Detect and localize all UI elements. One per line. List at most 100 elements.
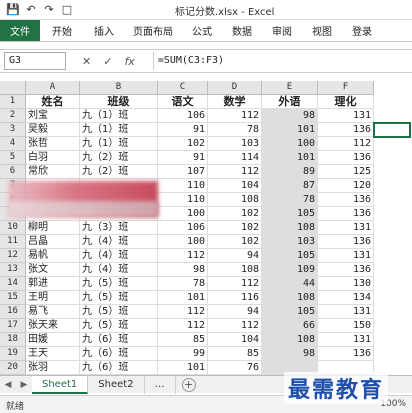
active-cell-g3[interactable]	[373, 122, 411, 138]
column-title-cell[interactable]: 姓名	[26, 95, 80, 109]
table-cell[interactable]: 78	[158, 277, 208, 291]
row-header[interactable]: 18	[0, 333, 26, 347]
table-cell[interactable]: 85	[158, 333, 208, 347]
function-icon[interactable]: fx	[124, 55, 134, 68]
table-cell[interactable]: 108	[208, 263, 262, 277]
table-cell[interactable]: 89	[262, 165, 318, 179]
tab-file[interactable]: 文件	[0, 20, 40, 41]
table-cell[interactable]: 136	[318, 151, 374, 165]
table-cell[interactable]: 柳明	[26, 221, 80, 235]
table-cell[interactable]: 136	[318, 193, 374, 207]
table-cell[interactable]: 九（5）班	[80, 305, 158, 319]
table-cell[interactable]: 张天来	[26, 319, 80, 333]
table-cell[interactable]: 112	[158, 319, 208, 333]
tab-home[interactable]: 开始	[40, 20, 84, 41]
table-cell[interactable]: 101	[262, 123, 318, 137]
table-cell[interactable]: 刘宝	[26, 109, 80, 123]
enter-icon[interactable]: ✓	[103, 55, 112, 68]
table-cell[interactable]: 100	[158, 235, 208, 249]
row-header[interactable]: 14	[0, 277, 26, 291]
table-cell[interactable]: 106	[158, 109, 208, 123]
table-cell[interactable]: 98	[158, 263, 208, 277]
table-cell[interactable]: 136	[318, 263, 374, 277]
table-cell[interactable]: 130	[318, 277, 374, 291]
table-cell[interactable]: 136	[318, 207, 374, 221]
table-cell[interactable]: 九（2）班	[80, 165, 158, 179]
table-cell[interactable]: 112	[208, 109, 262, 123]
table-cell[interactable]: 吕晶	[26, 235, 80, 249]
column-title-cell[interactable]: 语文	[158, 95, 208, 109]
table-cell[interactable]: 九（1）班	[80, 137, 158, 151]
row-header[interactable]: 1	[0, 95, 26, 109]
column-header-f[interactable]: F	[318, 81, 374, 95]
name-box[interactable]: G3	[4, 52, 66, 70]
table-cell[interactable]: 105	[262, 249, 318, 263]
table-cell[interactable]: 131	[318, 109, 374, 123]
table-cell[interactable]: 易飞	[26, 305, 80, 319]
table-cell[interactable]: 九（4）班	[80, 235, 158, 249]
table-cell[interactable]: 103	[262, 235, 318, 249]
table-cell[interactable]: 150	[318, 319, 374, 333]
tab-insert[interactable]: 插入	[84, 20, 124, 41]
table-cell[interactable]: 105	[262, 207, 318, 221]
table-cell[interactable]: 76	[208, 361, 262, 375]
table-cell[interactable]: 王天	[26, 347, 80, 361]
table-cell[interactable]: 九（4）班	[80, 249, 158, 263]
add-sheet-icon[interactable]: +	[181, 377, 196, 392]
redo-icon[interactable]: ↷	[42, 3, 56, 17]
table-cell[interactable]: 91	[158, 123, 208, 137]
column-header-e[interactable]: E	[262, 81, 318, 95]
table-cell[interactable]: 136	[318, 347, 374, 361]
row-header[interactable]: 11	[0, 235, 26, 249]
row-header[interactable]: 3	[0, 123, 26, 137]
row-header[interactable]: 10	[0, 221, 26, 235]
row-header[interactable]: 19	[0, 347, 26, 361]
table-cell[interactable]: 112	[158, 305, 208, 319]
table-cell[interactable]: 吴毅	[26, 123, 80, 137]
table-cell[interactable]: 112	[208, 165, 262, 179]
table-cell[interactable]: 120	[318, 179, 374, 193]
row-header[interactable]: 4	[0, 137, 26, 151]
table-cell[interactable]: 112	[318, 137, 374, 151]
table-cell[interactable]: 王明	[26, 291, 80, 305]
table-cell[interactable]: 九（6）班	[80, 333, 158, 347]
table-cell[interactable]: 131	[318, 221, 374, 235]
table-cell[interactable]: 87	[262, 179, 318, 193]
formula-input[interactable]: =SUM(C3:F3)	[152, 52, 412, 70]
table-cell[interactable]: 110	[158, 193, 208, 207]
table-cell[interactable]: 134	[318, 291, 374, 305]
table-cell[interactable]: 112	[208, 319, 262, 333]
tab-view[interactable]: 视图	[302, 20, 342, 41]
table-cell[interactable]: 九（6）班	[80, 361, 158, 375]
table-cell[interactable]: 94	[208, 249, 262, 263]
table-cell[interactable]: 44	[262, 277, 318, 291]
table-cell[interactable]: 98	[262, 347, 318, 361]
table-cell[interactable]: 九（5）班	[80, 319, 158, 333]
table-cell[interactable]: 125	[318, 165, 374, 179]
table-cell[interactable]: 张哲	[26, 137, 80, 151]
table-cell[interactable]: 102	[208, 207, 262, 221]
table-cell[interactable]: 101	[158, 361, 208, 375]
row-header[interactable]: 16	[0, 305, 26, 319]
table-cell[interactable]: 112	[208, 277, 262, 291]
table-cell[interactable]: 104	[208, 333, 262, 347]
table-cell[interactable]: 108	[262, 221, 318, 235]
table-cell[interactable]: 108	[262, 291, 318, 305]
tab-review[interactable]: 审阅	[262, 20, 302, 41]
table-cell[interactable]: 105	[262, 305, 318, 319]
table-cell[interactable]: 田媛	[26, 333, 80, 347]
table-cell[interactable]: 102	[158, 137, 208, 151]
table-cell[interactable]: 九（1）班	[80, 109, 158, 123]
row-header[interactable]: 6	[0, 165, 26, 179]
tab-formulas[interactable]: 公式	[182, 20, 222, 41]
table-cell[interactable]: 九（2）班	[80, 151, 158, 165]
table-cell[interactable]: 66	[262, 319, 318, 333]
column-header-b[interactable]: B	[80, 81, 158, 95]
table-cell[interactable]: 张羽	[26, 361, 80, 375]
save-icon[interactable]: 💾	[6, 3, 20, 17]
table-cell[interactable]: 106	[158, 221, 208, 235]
table-cell[interactable]: 136	[318, 123, 374, 137]
undo-icon[interactable]: ↶	[24, 3, 38, 17]
column-header-c[interactable]: C	[158, 81, 208, 95]
column-title-cell[interactable]: 数学	[208, 95, 262, 109]
